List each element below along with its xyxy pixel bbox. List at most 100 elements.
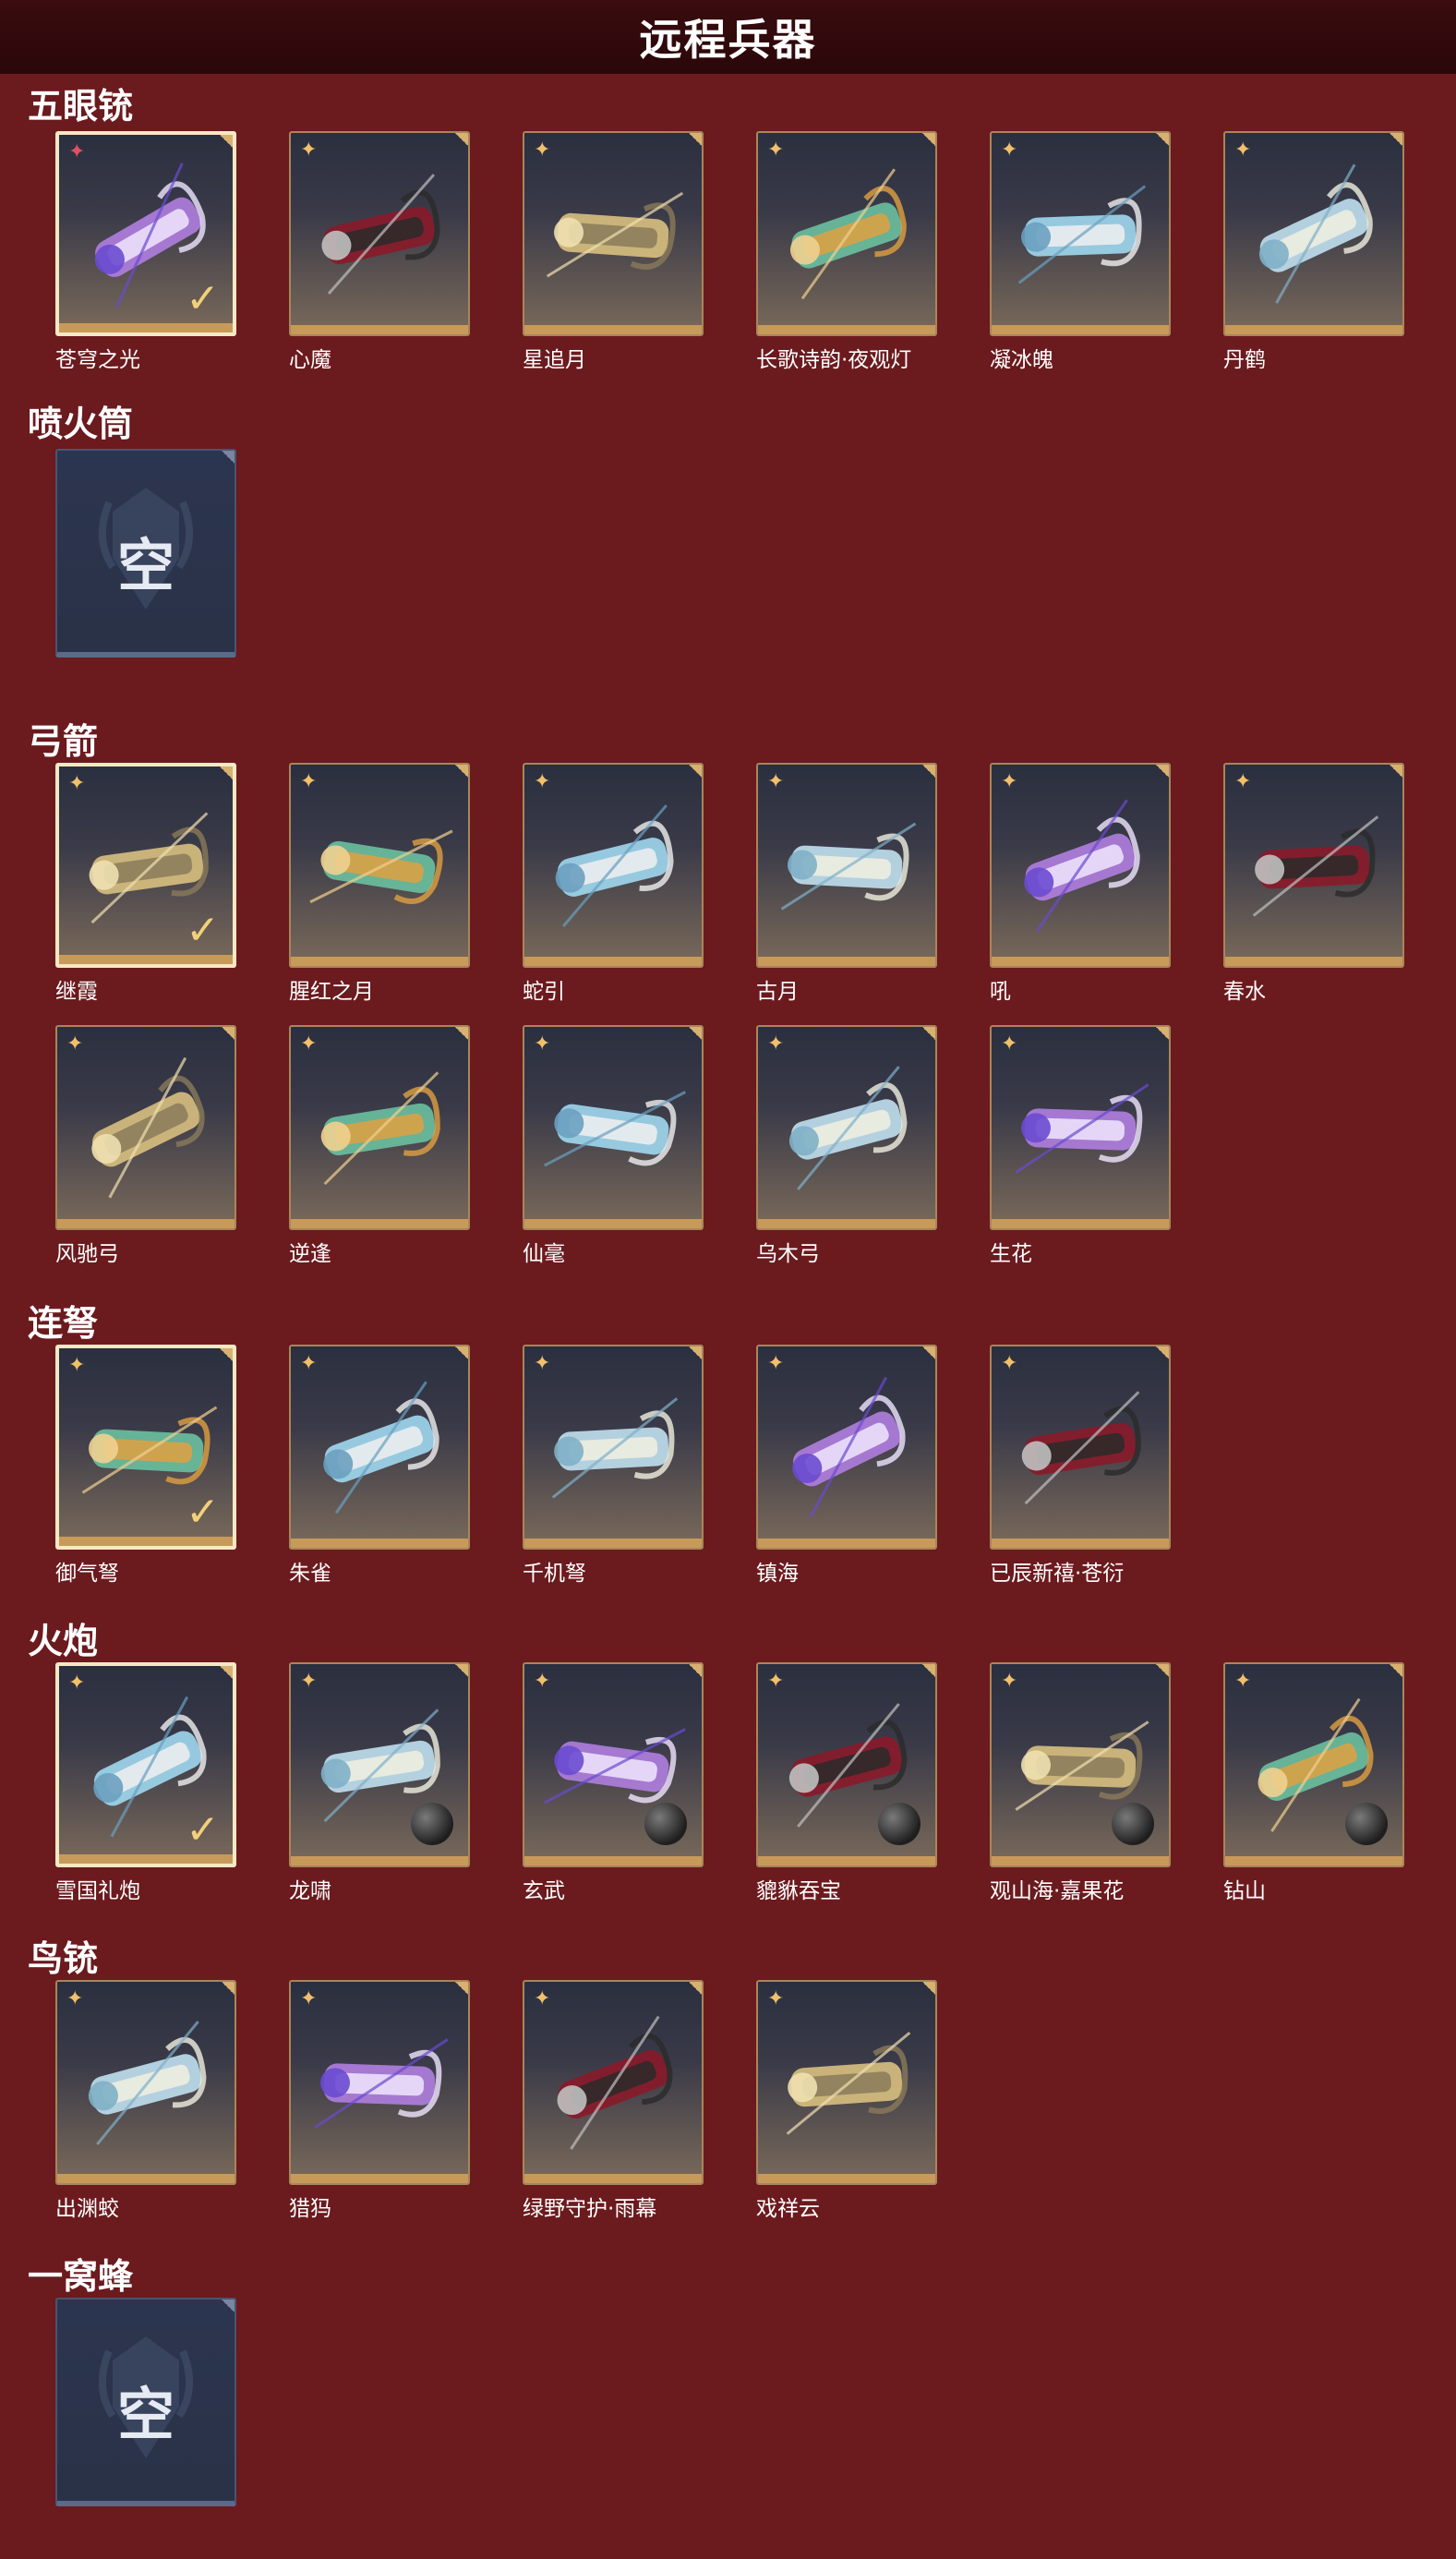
weapon-item[interactable]: ✦ 龙啸 (289, 1662, 470, 1904)
section-title: 喷火筒 (28, 404, 134, 444)
weapon-item[interactable]: ✦ 钻山 (1223, 1662, 1404, 1904)
card-bottom-strip (291, 1219, 468, 1228)
weapon-illustration (792, 1376, 906, 1518)
weapon-name: 丹鹤 (1223, 348, 1266, 372)
checkmark-icon: ✓ (186, 1489, 220, 1536)
weapon-card[interactable]: ✦ (1223, 131, 1404, 336)
empty-card[interactable]: 空 (55, 2298, 236, 2506)
weapon-card[interactable]: ✦ (55, 1980, 236, 2185)
weapon-card[interactable]: ✦ (523, 1025, 704, 1230)
weapon-card[interactable]: ✦ (289, 1025, 470, 1230)
empty-card[interactable]: 空 (55, 449, 236, 658)
weapon-card[interactable]: ✦ (990, 1345, 1171, 1550)
weapon-item[interactable]: ✦ 凝冰魄 (990, 131, 1171, 373)
weapon-item[interactable]: ✦ 逆逢 (289, 1025, 470, 1267)
weapon-item[interactable]: ✦ 猎犸 (289, 1980, 470, 2222)
weapon-item[interactable]: ✦ 玄武 (523, 1662, 704, 1904)
empty-weapon-slot[interactable]: 空 (55, 449, 236, 658)
weapon-item[interactable]: ✦ 仙毫 (523, 1025, 704, 1267)
weapon-item[interactable]: ✦ 蛇引 (523, 763, 704, 1005)
weapon-name: 玄武 (523, 1879, 565, 1903)
weapon-card[interactable]: ✦ (523, 1345, 704, 1550)
gold-star-icon: ✦ (534, 1352, 551, 1375)
card-bottom-strip (291, 957, 468, 966)
weapon-card[interactable]: ✦ (289, 1345, 470, 1550)
weapon-card[interactable]: ✦ (523, 1662, 704, 1867)
weapon-item[interactable]: ✦ 吼 (990, 763, 1171, 1005)
card-bottom-strip (524, 1856, 702, 1865)
red-star-icon: ✦ (68, 140, 86, 163)
weapon-item[interactable]: ✦ 已辰新禧·苍衍 (990, 1345, 1171, 1587)
corner-marker-icon (222, 1027, 235, 1040)
weapon-item[interactable]: ✦ 戏祥云 (756, 1980, 937, 2222)
weapon-item[interactable]: ✦ 镇海 (756, 1345, 937, 1587)
weapon-card[interactable]: ✦ (990, 1025, 1171, 1230)
weapon-card[interactable]: ✦ (289, 763, 470, 968)
weapon-item[interactable]: ✦ ✓ 继霞 (55, 763, 236, 1005)
corner-marker-icon (922, 1027, 935, 1040)
weapon-card[interactable]: ✦ (756, 1025, 937, 1230)
weapon-card[interactable]: ✦ ✓ (55, 1345, 236, 1550)
corner-marker-icon (222, 1982, 235, 1995)
weapon-card[interactable]: ✦ ✓ (55, 763, 236, 968)
corner-marker-icon (220, 1666, 233, 1679)
corner-marker-icon (455, 1664, 468, 1677)
weapon-card[interactable]: ✦ (990, 131, 1171, 336)
weapon-item[interactable]: ✦ 心魔 (289, 131, 470, 373)
weapon-card[interactable]: ✦ (523, 763, 704, 968)
weapon-item[interactable]: ✦ 丹鹤 (1223, 131, 1404, 373)
weapon-item[interactable]: ✦ ✓ 苍穹之光 (55, 131, 236, 373)
weapon-card[interactable]: ✦ (756, 1980, 937, 2185)
weapon-card[interactable]: ✦ (289, 131, 470, 336)
weapon-card[interactable]: ✦ ✓ (55, 131, 236, 336)
weapon-card[interactable]: ✦ (289, 1662, 470, 1867)
weapon-card[interactable]: ✦ (55, 1025, 236, 1230)
weapon-card[interactable]: ✦ (523, 1980, 704, 2185)
weapon-item[interactable]: ✦ 古月 (756, 763, 937, 1005)
weapon-item[interactable]: ✦ 生花 (990, 1025, 1171, 1267)
weapon-card[interactable]: ✦ (1223, 1662, 1404, 1867)
corner-marker-icon (689, 765, 702, 778)
weapon-item[interactable]: ✦ 乌木弓 (756, 1025, 937, 1267)
checkmark-icon: ✓ (186, 907, 220, 954)
weapon-item[interactable]: ✦ 长歌诗韵·夜观灯 (756, 131, 937, 373)
empty-weapon-slot[interactable]: 空 (55, 2298, 236, 2506)
corner-marker-icon (455, 1027, 468, 1040)
weapon-item[interactable]: ✦ 风驰弓 (55, 1025, 236, 1267)
weapon-item[interactable]: ✦ 春水 (1223, 763, 1404, 1005)
weapon-item[interactable]: ✦ 观山海·嘉果花 (990, 1662, 1171, 1904)
section-title: 弓箭 (28, 721, 99, 762)
weapon-item[interactable]: ✦ ✓ 雪国礼炮 (55, 1662, 236, 1904)
weapon-item[interactable]: ✦ ✓ 御气弩 (55, 1345, 236, 1587)
weapon-item[interactable]: ✦ 朱雀 (289, 1345, 470, 1587)
weapon-item[interactable]: ✦ 绿野守护·雨幕 (523, 1980, 704, 2222)
gold-star-icon: ✦ (68, 772, 86, 795)
weapon-card[interactable]: ✦ (523, 131, 704, 336)
weapon-name: 风驰弓 (55, 1242, 119, 1266)
corner-marker-icon (1156, 133, 1169, 146)
weapon-name: 星追月 (523, 348, 586, 372)
weapon-name: 貔貅吞宝 (756, 1879, 841, 1903)
corner-marker-icon (220, 135, 233, 148)
gold-star-icon: ✦ (300, 1670, 318, 1693)
weapon-item[interactable]: ✦ 腥红之月 (289, 763, 470, 1005)
weapon-item[interactable]: ✦ 星追月 (523, 131, 704, 373)
weapon-card[interactable]: ✦ (289, 1980, 470, 2185)
weapon-item[interactable]: ✦ 出渊蛟 (55, 1980, 236, 2222)
gold-star-icon: ✦ (1234, 770, 1252, 793)
weapon-item[interactable]: ✦ 貔貅吞宝 (756, 1662, 937, 1904)
weapon-card[interactable]: ✦ (990, 1662, 1171, 1867)
weapon-name: 猎犸 (289, 2197, 331, 2221)
weapon-card[interactable]: ✦ (756, 763, 937, 968)
gold-star-icon: ✦ (534, 139, 551, 162)
weapon-card[interactable]: ✦ (990, 763, 1171, 968)
weapon-card[interactable]: ✦ (756, 1345, 937, 1550)
section-title: 连弩 (28, 1303, 99, 1344)
weapon-card[interactable]: ✦ (756, 1662, 937, 1867)
weapon-card[interactable]: ✦ (756, 131, 937, 336)
weapon-name: 逆逢 (289, 1242, 331, 1266)
header-bar: 远程兵器 (0, 0, 1456, 74)
weapon-card[interactable]: ✦ (1223, 763, 1404, 968)
weapon-item[interactable]: ✦ 千机弩 (523, 1345, 704, 1587)
weapon-card[interactable]: ✦ ✓ (55, 1662, 236, 1867)
